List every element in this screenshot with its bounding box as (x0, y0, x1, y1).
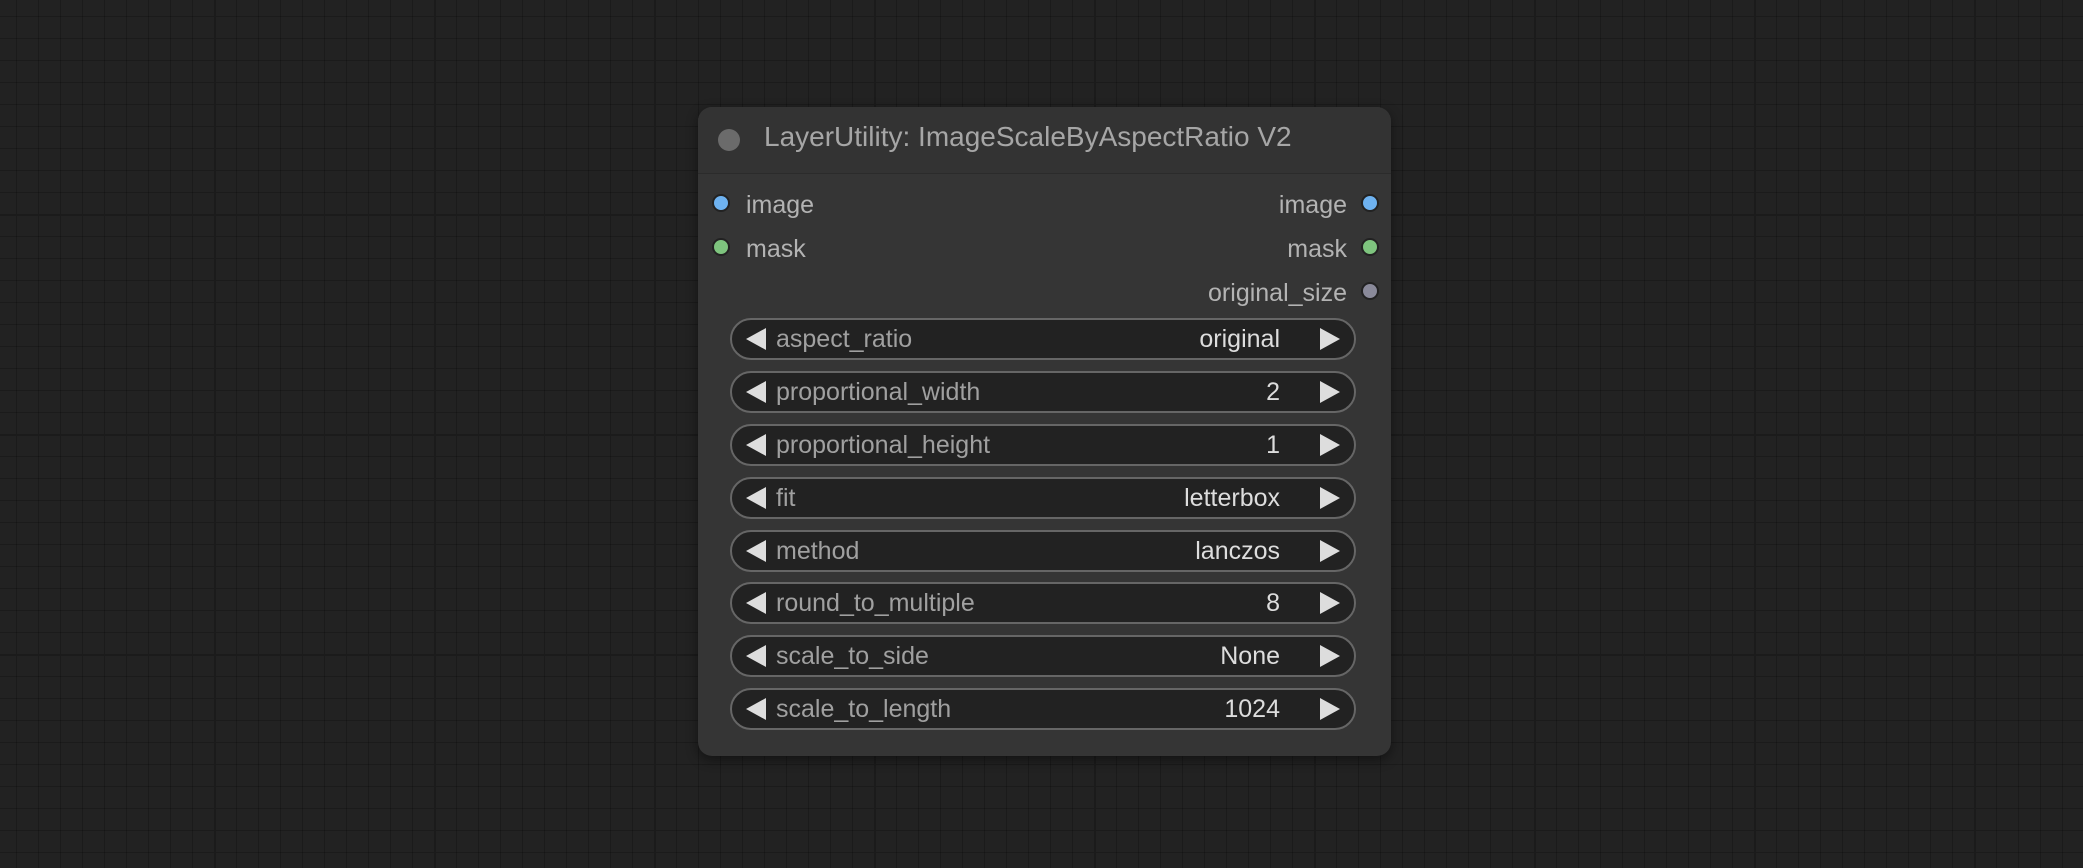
increment-arrow-icon[interactable] (1320, 434, 1340, 456)
node-title: LayerUtility: ImageScaleByAspectRatio V2 (764, 121, 1292, 152)
widget-scale-to-length[interactable]: scale_to_length 1024 (730, 688, 1356, 730)
output-original-size-connector-icon[interactable] (1361, 282, 1379, 301)
widget-proportional-width[interactable]: proportional_width 2 (730, 371, 1356, 413)
widget-label: proportional_height (776, 431, 991, 459)
output-slot-mask[interactable]: mask (1287, 229, 1379, 269)
collapse-dot-icon[interactable] (718, 129, 740, 151)
widget-label: scale_to_side (776, 642, 929, 670)
increment-arrow-icon[interactable] (1320, 381, 1340, 403)
widget-value[interactable]: lanczos (1195, 532, 1280, 570)
widget-value[interactable]: original (1199, 320, 1280, 358)
widget-proportional-height[interactable]: proportional_height 1 (730, 424, 1356, 466)
output-image-connector-icon[interactable] (1361, 194, 1379, 213)
widget-value[interactable]: 2 (1266, 373, 1280, 411)
increment-arrow-icon[interactable] (1320, 645, 1340, 667)
decrement-arrow-icon[interactable] (746, 434, 766, 456)
decrement-arrow-icon[interactable] (746, 540, 766, 562)
decrement-arrow-icon[interactable] (746, 328, 766, 350)
input-slot-image[interactable]: image (712, 185, 814, 225)
increment-arrow-icon[interactable] (1320, 698, 1340, 720)
decrement-arrow-icon[interactable] (746, 592, 766, 614)
widget-value[interactable]: 8 (1266, 584, 1280, 622)
decrement-arrow-icon[interactable] (746, 698, 766, 720)
widget-scale-to-side[interactable]: scale_to_side None (730, 635, 1356, 677)
widget-round-to-multiple[interactable]: round_to_multiple 8 (730, 582, 1356, 624)
output-slot-label: image (1278, 191, 1347, 219)
decrement-arrow-icon[interactable] (746, 487, 766, 509)
widget-label: scale_to_length (776, 695, 952, 723)
decrement-arrow-icon[interactable] (746, 381, 766, 403)
increment-arrow-icon[interactable] (1320, 540, 1340, 562)
widget-value[interactable]: letterbox (1184, 479, 1280, 517)
node-layerutility-imagescalebyaspectratio[interactable]: LayerUtility: ImageScaleByAspectRatio V2… (698, 107, 1391, 756)
widget-value[interactable]: None (1220, 637, 1280, 675)
widget-value[interactable]: 1024 (1224, 690, 1280, 728)
output-slot-label: mask (1287, 235, 1347, 263)
output-slot-image[interactable]: image (1279, 185, 1379, 225)
output-mask-connector-icon[interactable] (1361, 238, 1379, 257)
increment-arrow-icon[interactable] (1320, 328, 1340, 350)
node-title-bar[interactable]: LayerUtility: ImageScaleByAspectRatio V2 (698, 107, 1391, 174)
output-slot-label: original_size (1208, 279, 1347, 307)
input-mask-connector-icon[interactable] (712, 238, 730, 257)
widget-label: aspect_ratio (776, 325, 913, 353)
widget-label: fit (776, 484, 796, 512)
input-slot-label: image (746, 191, 815, 219)
widget-label: round_to_multiple (776, 589, 975, 617)
increment-arrow-icon[interactable] (1320, 487, 1340, 509)
widget-label: method (776, 537, 860, 565)
input-slot-mask[interactable]: mask (712, 229, 806, 269)
decrement-arrow-icon[interactable] (746, 645, 766, 667)
widget-value[interactable]: 1 (1266, 426, 1280, 464)
input-image-connector-icon[interactable] (712, 194, 730, 213)
widget-label: proportional_width (776, 378, 981, 406)
increment-arrow-icon[interactable] (1320, 592, 1340, 614)
output-slot-original-size[interactable]: original_size (1208, 273, 1379, 313)
widget-fit[interactable]: fit letterbox (730, 477, 1356, 519)
input-slot-label: mask (746, 235, 806, 263)
widget-method[interactable]: method lanczos (730, 530, 1356, 572)
widget-aspect-ratio[interactable]: aspect_ratio original (730, 318, 1356, 360)
